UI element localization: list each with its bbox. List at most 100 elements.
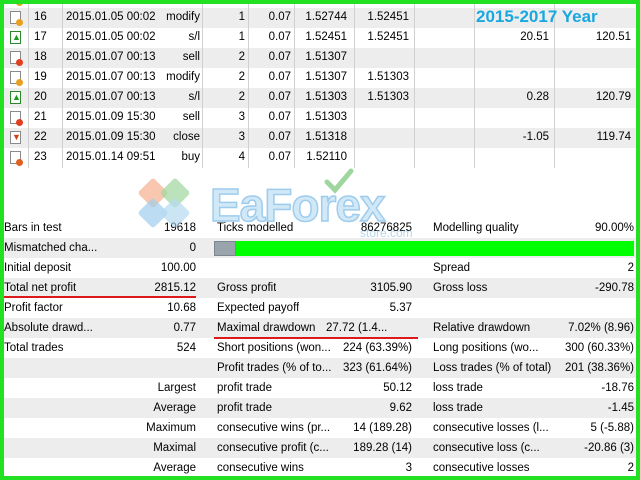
column-divider [474, 128, 475, 148]
order-tp-cell [414, 108, 474, 128]
column-divider [62, 108, 63, 128]
max-drawdown-underline [214, 337, 418, 339]
average-loss-value: -1.45 [607, 402, 634, 414]
order-sl-cell: 1.52467 [352, 0, 412, 8]
sell-order-icon [10, 111, 23, 126]
largest-label: Largest [157, 382, 196, 394]
order-price-cell: 1.51303 [305, 111, 347, 123]
report-row-largest: Largest profit trade 50.12 loss trade -1… [0, 378, 640, 398]
year-range-label: 2015-2017 Year [476, 7, 598, 26]
watermark-check-icon [324, 168, 354, 194]
total-trades-label: Total trades [4, 342, 64, 354]
maximal-drawdown-value: 27.72 (1.4... [326, 322, 388, 334]
order-profit-cell [476, 68, 552, 88]
order-price-cell: 1.52110 [306, 151, 347, 163]
report-row-profit-trades: Profit trades (% of to... 323 (61.64%) L… [0, 358, 640, 378]
maximal-cons-profit-value: 189.28 (14) [353, 442, 412, 454]
spread-value: 2 [627, 262, 634, 274]
order-sl-cell [352, 148, 412, 168]
order-sl-cell: 1.52451 [367, 11, 409, 23]
sell-order-icon [10, 51, 23, 66]
report-row-maximal: Maximal consecutive profit (c... 189.28 … [0, 438, 640, 458]
column-divider [474, 68, 475, 88]
report-row-average-consecutive: Average consecutive wins 3 consecutive l… [0, 458, 640, 478]
quality-bar-fill [236, 241, 634, 256]
column-divider [248, 28, 249, 48]
absolute-drawdown-label: Absolute drawd... [4, 322, 93, 334]
avg-cons-wins-value: 3 [405, 462, 412, 474]
profit-trades-label: Profit trades (% of to... [217, 362, 332, 374]
order-order-cell: 1 [238, 11, 245, 23]
order-order-cell: 3 [238, 111, 245, 123]
sl-order-icon: ▲ [10, 31, 21, 44]
order-tp-cell [414, 8, 474, 28]
order-row[interactable]: 19 2015.01.07 00:13 modify 2 0.07 1.51307 1.51… [0, 68, 640, 88]
column-divider [202, 68, 203, 88]
gross-profit-label: Gross profit [217, 282, 277, 294]
gross-profit-value: 3105.90 [370, 282, 412, 294]
order-size-cell: 0.07 [250, 0, 294, 8]
order-size-cell: 0.07 [268, 131, 291, 143]
maximal-cons-profit-label: consecutive profit (c... [217, 442, 329, 454]
quality-bar-start [214, 241, 236, 256]
column-divider [294, 48, 295, 68]
order-size-cell: 0.07 [268, 71, 291, 83]
order-order-cell: 2 [238, 51, 245, 63]
order-row[interactable]: ▼ 22 2015.01.09 15:30 close 3 0.07 1.51318 -1.0… [0, 128, 640, 148]
order-balance-cell: 120.79 [595, 91, 631, 103]
bars-in-test-label: Bars in test [4, 222, 62, 234]
order-row[interactable]: 18 2015.01.07 00:13 sell 2 0.07 1.51307 [0, 48, 640, 68]
report-row-bars: Bars in test 19618 Ticks modelled 862768… [0, 218, 640, 238]
order-row[interactable]: ▲ 17 2015.01.05 00:02 s/l 1 0.07 1.52451 1.5245… [0, 28, 640, 48]
order-type-cell: s/l [188, 31, 201, 43]
max-cons-losses-value: 5 (-5.88) [590, 422, 634, 434]
order-price-cell: 1.52451 [305, 31, 347, 43]
column-divider [474, 108, 475, 128]
column-divider [294, 88, 295, 108]
order-num-cell: 18 [34, 51, 47, 63]
order-row[interactable]: 23 2015.01.14 09:51 buy 4 0.07 1.52110 [0, 148, 640, 168]
order-type-cell: sell [182, 111, 200, 123]
report-row-deposit: Initial deposit 100.00 Spread 2 [0, 258, 640, 278]
column-divider [62, 128, 63, 148]
column-divider [202, 148, 203, 168]
relative-drawdown-value: 7.02% (8.96) [568, 322, 634, 334]
column-divider [202, 48, 203, 68]
order-order-cell: 3 [238, 131, 245, 143]
modelling-quality-label: Modelling quality [433, 222, 519, 234]
order-price-cell: 1.51307 [305, 51, 347, 63]
gross-loss-label: Gross loss [433, 282, 488, 294]
expected-payoff-label: Expected payoff [217, 302, 300, 314]
order-row[interactable]: ▲ 20 2015.01.07 00:13 s/l 2 0.07 1.51303 1.5130… [0, 88, 640, 108]
column-divider [28, 0, 29, 8]
maximal-cons-loss-value: -20.86 (3) [584, 442, 634, 454]
column-divider [294, 148, 295, 168]
order-size-cell: 0.07 [268, 11, 291, 23]
order-order-cell: 1 [204, 0, 248, 8]
avg-cons-losses-value: 2 [627, 462, 634, 474]
column-divider [62, 68, 63, 88]
loss-trades-label: Loss trades (% of total) [433, 362, 552, 374]
column-divider [62, 0, 63, 8]
column-divider [28, 88, 29, 108]
column-divider [202, 0, 203, 8]
order-size-cell: 0.07 [268, 51, 291, 63]
loss-trades-value: 201 (38.36%) [564, 362, 634, 374]
column-divider [474, 0, 475, 8]
column-divider [474, 28, 475, 48]
order-price-cell: 1.51318 [305, 131, 347, 143]
order-type-cell: sell [182, 51, 200, 63]
average-loss-label: loss trade [433, 402, 483, 414]
order-num-cell: 20 [34, 91, 47, 103]
order-row[interactable]: 21 2015.01.09 15:30 sell 3 0.07 1.51303 [0, 108, 640, 128]
column-divider [202, 28, 203, 48]
report-row-total-trades: Total trades 524 Short positions (won...… [0, 338, 640, 358]
order-profit-cell: 0.28 [526, 91, 549, 103]
column-divider [248, 148, 249, 168]
total-net-profit-value: 2815.12 [154, 282, 196, 294]
order-profit-cell: 20.51 [520, 31, 549, 43]
column-divider [474, 8, 475, 28]
modelling-quality-value: 90.00% [594, 222, 634, 234]
largest-profit-label: profit trade [217, 382, 272, 394]
gross-loss-value: -290.78 [594, 282, 634, 294]
